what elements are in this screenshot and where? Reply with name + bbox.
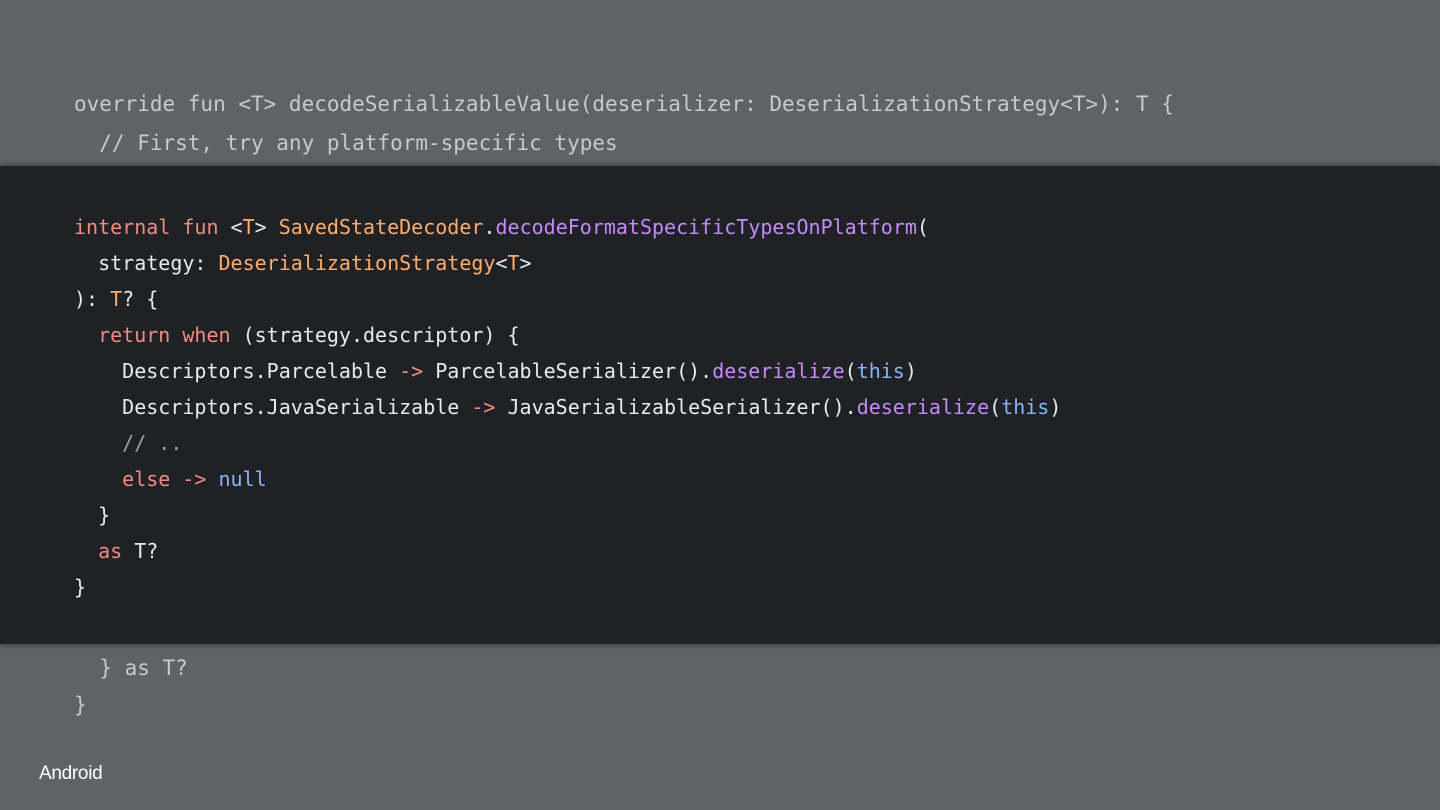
code-token-plain: }: [74, 503, 111, 527]
code-token-type: DeserializationStrategy: [218, 251, 496, 275]
code-token-plain: >: [254, 215, 279, 239]
slide: override fun <T> decodeSerializableValue…: [0, 0, 1440, 810]
code-token-plain: T?: [134, 539, 159, 563]
code-token-plain: JavaSerializableSerializer().: [495, 395, 857, 419]
code-token-type: T: [242, 215, 255, 239]
code-token-plain: Descriptors.Parcelable: [74, 359, 400, 383]
code-token-keyword: return when: [74, 323, 243, 347]
code-line: // ..: [74, 425, 1061, 461]
code-token-type: T: [110, 287, 123, 311]
code-token-plain: .: [483, 215, 496, 239]
background-code-line: }: [74, 693, 87, 717]
code-line: return when (strategy.descriptor) {: [74, 317, 1061, 353]
code-token-plain: <: [230, 215, 243, 239]
code-token-keyword: ->: [471, 395, 496, 419]
code-token-literal: this: [856, 359, 905, 383]
code-token-type: T: [507, 251, 520, 275]
code-token-keyword: ->: [399, 359, 424, 383]
code-token-plain: (: [844, 359, 857, 383]
code-line: internal fun <T> SavedStateDecoder.decod…: [74, 209, 1061, 245]
code-token-literal: null: [218, 467, 267, 491]
code-line: else -> null: [74, 461, 1061, 497]
code-token-type: SavedStateDecoder: [278, 215, 484, 239]
code-token-plain: ):: [74, 287, 111, 311]
code-token-plain: >: [519, 251, 532, 275]
code-line: as T?: [74, 533, 1061, 569]
background-code-line: } as T?: [74, 656, 188, 680]
android-logo: Android: [39, 763, 103, 784]
code-token-function: deserialize: [712, 359, 845, 383]
code-token-keyword: as: [74, 539, 135, 563]
background-code-comment: // First, try any platform-specific type…: [74, 131, 618, 155]
code-token-plain: ? {: [122, 287, 159, 311]
code-line: Descriptors.JavaSerializable -> JavaSeri…: [74, 389, 1061, 425]
code-token-plain: (strategy.descriptor) {: [242, 323, 520, 347]
code-panel: internal fun <T> SavedStateDecoder.decod…: [0, 166, 1440, 644]
code-token-plain: ParcelableSerializer().: [423, 359, 713, 383]
background-code-line: override fun <T> decodeSerializableValue…: [74, 92, 1174, 116]
code-token-plain: ): [1049, 395, 1062, 419]
code-token-literal: this: [1001, 395, 1050, 419]
code-line: }: [74, 497, 1061, 533]
code-token-plain: (: [989, 395, 1002, 419]
code-token-plain: strategy:: [74, 251, 219, 275]
code-line: ): T? {: [74, 281, 1061, 317]
code-line: Descriptors.Parcelable -> ParcelableSeri…: [74, 353, 1061, 389]
code-token-plain: Descriptors.JavaSerializable: [74, 395, 472, 419]
code-token-comment: // ..: [74, 431, 183, 455]
code-line: strategy: DeserializationStrategy<T>: [74, 245, 1061, 281]
code-token-plain: <: [495, 251, 508, 275]
code-token-plain: (: [916, 215, 929, 239]
code-token-plain: }: [74, 575, 87, 599]
code-block: internal fun <T> SavedStateDecoder.decod…: [74, 209, 1061, 605]
code-token-keyword: internal fun: [74, 215, 231, 239]
code-token-function: decodeFormatSpecificTypesOnPlatform: [495, 215, 917, 239]
code-token-plain: ): [904, 359, 917, 383]
code-token-function: deserialize: [856, 395, 990, 419]
code-line: }: [74, 569, 1061, 605]
code-token-keyword: else ->: [74, 467, 219, 491]
